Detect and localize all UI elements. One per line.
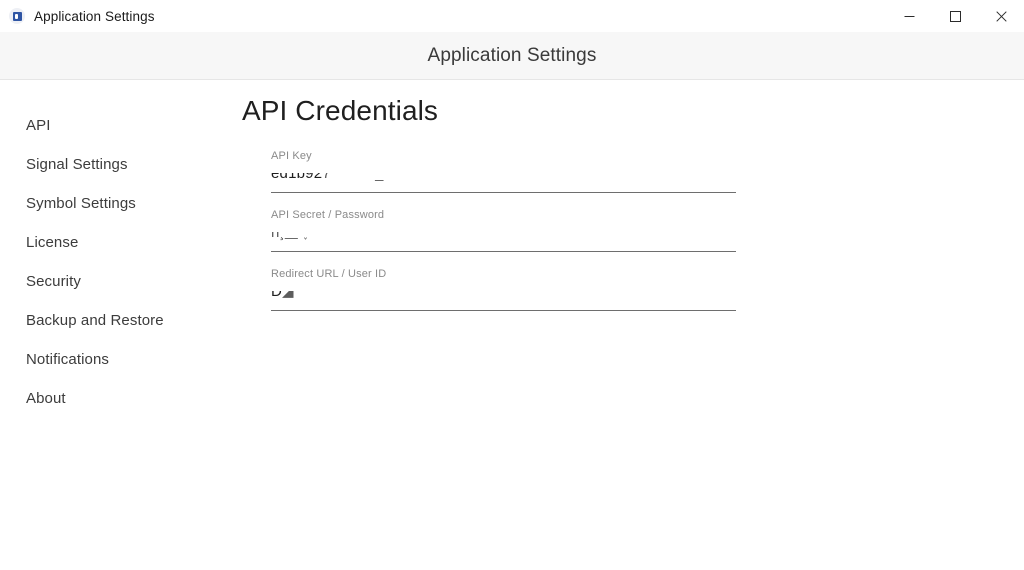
- sidebar-nav: API Signal Settings Symbol Settings Lice…: [0, 81, 230, 418]
- close-button[interactable]: [978, 0, 1024, 32]
- sidebar-item-symbol-settings[interactable]: Symbol Settings: [0, 184, 230, 223]
- header-bar: Application Settings: [0, 32, 1024, 80]
- minimize-button[interactable]: [886, 0, 932, 32]
- sidebar-item-security[interactable]: Security: [0, 262, 230, 301]
- sidebar-item-backup-and-restore[interactable]: Backup and Restore: [0, 301, 230, 340]
- sidebar-item-about[interactable]: About: [0, 379, 230, 418]
- sidebar-item-signal-settings[interactable]: Signal Settings: [0, 145, 230, 184]
- field-group-redirect-url: Redirect URL / User ID D◢: [271, 267, 736, 311]
- credentials-form: API Key ed1b927 ¨¨¨¨¨ ¨ _ API Secret / P…: [271, 149, 736, 311]
- window-title: Application Settings: [34, 8, 155, 24]
- sidebar-item-license[interactable]: License: [0, 223, 230, 262]
- api-secret-input[interactable]: n¸ ͟ ˙ ˯: [271, 223, 736, 252]
- main-panel: API Credentials API Key ed1b927 ¨¨¨¨¨ ¨ …: [242, 81, 1024, 326]
- field-group-api-secret: API Secret / Password n¸ ͟ ˙ ˯: [271, 208, 736, 252]
- app-icon: [9, 8, 25, 24]
- field-group-api-key: API Key ed1b927 ¨¨¨¨¨ ¨ _: [271, 149, 736, 193]
- redirect-url-value: D◢: [271, 283, 294, 300]
- redirect-url-label: Redirect URL / User ID: [271, 268, 387, 280]
- page-title: API Credentials: [242, 95, 439, 126]
- header-title: Application Settings: [427, 44, 597, 66]
- api-secret-value: n¸ ͟ ˙ ˯: [271, 224, 309, 241]
- api-secret-label: API Secret / Password: [271, 209, 385, 221]
- sidebar-item-notifications[interactable]: Notifications: [0, 340, 230, 379]
- title-bar-left: Application Settings: [0, 8, 886, 24]
- api-key-value: ed1b927 ¨¨¨¨¨ ¨ _: [271, 165, 384, 182]
- window-controls: [886, 0, 1024, 32]
- api-key-input[interactable]: ed1b927 ¨¨¨¨¨ ¨ _: [271, 164, 736, 193]
- redirect-url-input[interactable]: D◢: [271, 282, 736, 311]
- maximize-button[interactable]: [932, 0, 978, 32]
- sidebar-item-api[interactable]: API: [0, 106, 230, 145]
- title-bar: Application Settings: [0, 0, 1024, 32]
- content-area: API Signal Settings Symbol Settings Lice…: [0, 81, 1024, 570]
- api-key-label: API Key: [271, 150, 312, 162]
